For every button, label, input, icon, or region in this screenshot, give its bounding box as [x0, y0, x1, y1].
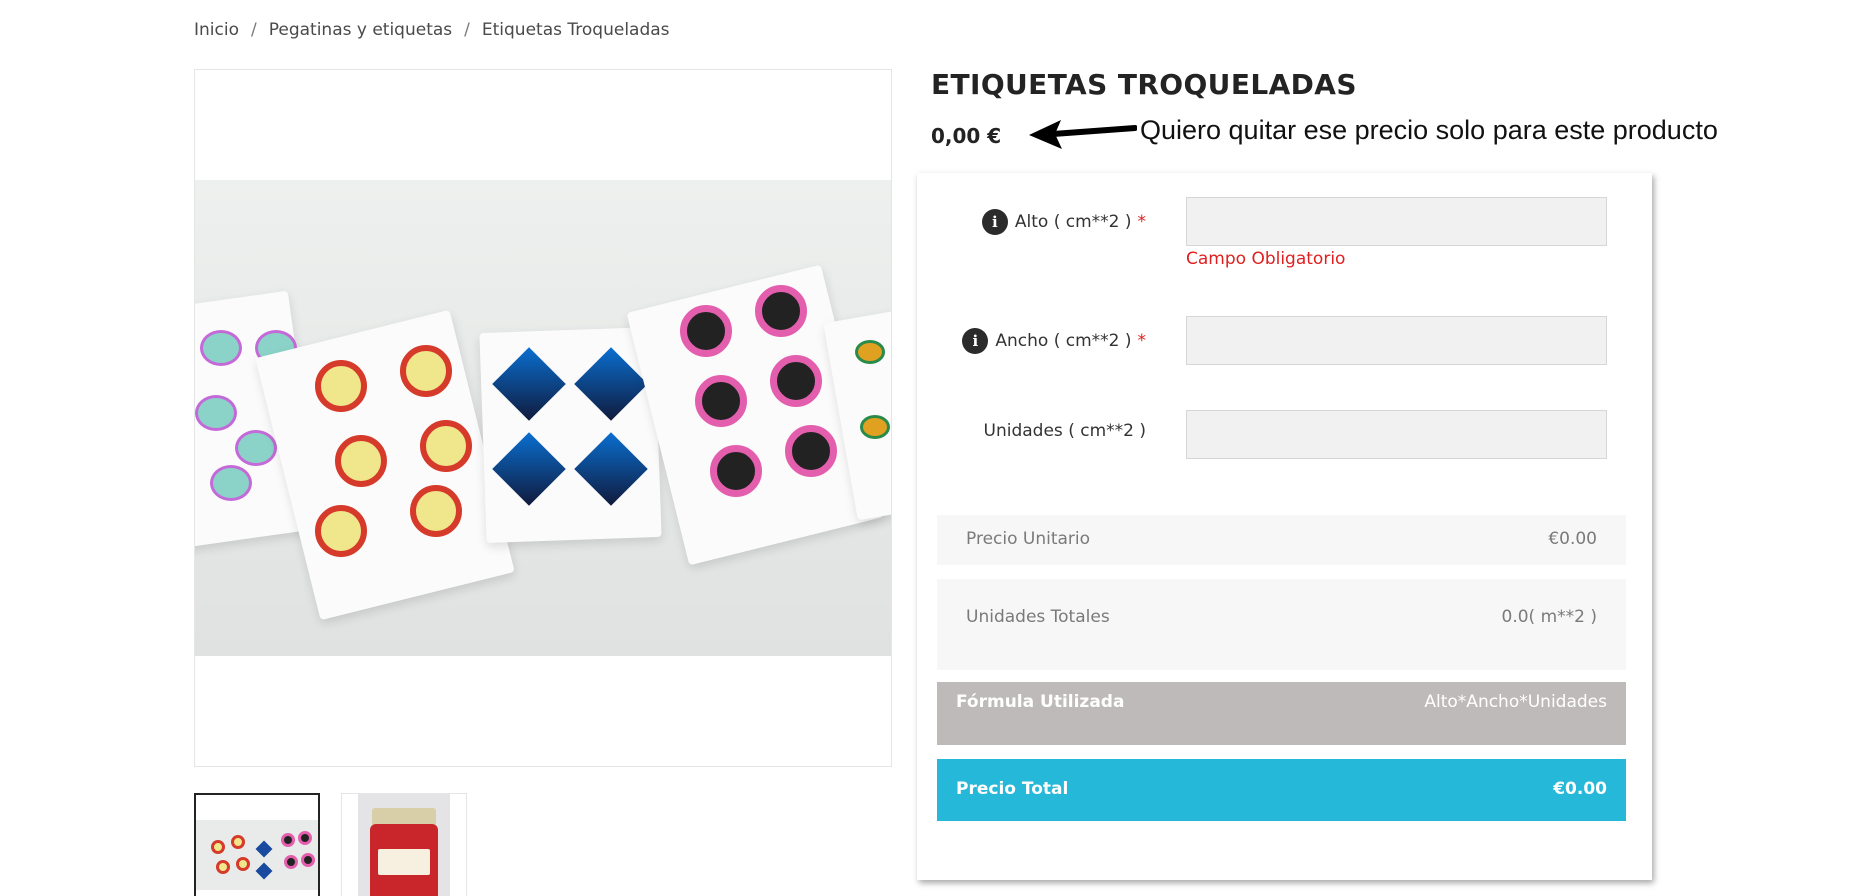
thumbnail-stickers[interactable]: [194, 793, 320, 896]
custom-price-calculator: i Alto ( cm**2 ) * Campo Obligatorio i A…: [917, 173, 1652, 880]
breadcrumb-separator: /: [250, 20, 257, 40]
field-label-text: Ancho ( cm**2 ): [995, 331, 1132, 351]
total-price-value: €0.00: [1553, 779, 1607, 799]
field-label-unidades: Unidades ( cm**2 ): [984, 421, 1146, 441]
breadcrumb-category[interactable]: Pegatinas y etiquetas: [269, 20, 452, 40]
thumbnail-jar[interactable]: [341, 793, 467, 896]
field-label-text: Alto ( cm**2 ): [1014, 212, 1132, 232]
product-page: Inicio / Pegatinas y etiquetas / Etiquet…: [0, 0, 1850, 896]
unit-price-value: €0.00: [1548, 529, 1597, 549]
alto-input[interactable]: [1186, 197, 1607, 246]
annotation-text: Quiero quitar ese precio solo para este …: [1140, 115, 1718, 145]
total-price-label: Precio Total: [956, 779, 1069, 799]
formula-row: Fórmula Utilizada Alto*Ancho*Unidades: [937, 682, 1626, 745]
required-mark: *: [1137, 212, 1147, 232]
sticker-sheets-photo: [195, 180, 891, 656]
unit-price-label: Precio Unitario: [966, 529, 1091, 549]
ancho-input[interactable]: [1186, 316, 1607, 365]
formula-label: Fórmula Utilizada: [956, 692, 1125, 712]
total-units-label: Unidades Totales: [966, 607, 1110, 627]
breadcrumb-home[interactable]: Inicio: [194, 20, 239, 40]
field-label-ancho: i Ancho ( cm**2 ) *: [962, 328, 1146, 354]
required-mark: *: [1137, 331, 1147, 351]
total-units-row: Unidades Totales 0.0( m**2 ): [937, 579, 1626, 670]
info-icon[interactable]: i: [981, 209, 1008, 235]
total-units-value: 0.0( m**2 ): [1501, 607, 1597, 627]
product-price: 0,00 €: [931, 124, 1002, 148]
breadcrumb-current: Etiquetas Troqueladas: [481, 20, 670, 40]
unit-price-row: Precio Unitario €0.00: [937, 515, 1626, 565]
field-error-alto: Campo Obligatorio: [1186, 249, 1346, 269]
total-price-row: Precio Total €0.00: [937, 759, 1626, 821]
field-label-text: Unidades ( cm**2 ): [983, 421, 1146, 441]
unidades-input[interactable]: [1186, 410, 1607, 459]
product-title: ETIQUETAS TROQUELADAS: [931, 68, 1357, 101]
formula-value: Alto*Ancho*Unidades: [1424, 692, 1607, 712]
breadcrumb: Inicio / Pegatinas y etiquetas / Etiquet…: [194, 20, 670, 40]
info-icon[interactable]: i: [962, 328, 989, 354]
field-label-alto: i Alto ( cm**2 ) *: [981, 209, 1147, 235]
annotation-arrow-icon: [1029, 120, 1137, 149]
product-main-image[interactable]: [194, 69, 892, 767]
breadcrumb-separator: /: [464, 20, 470, 40]
